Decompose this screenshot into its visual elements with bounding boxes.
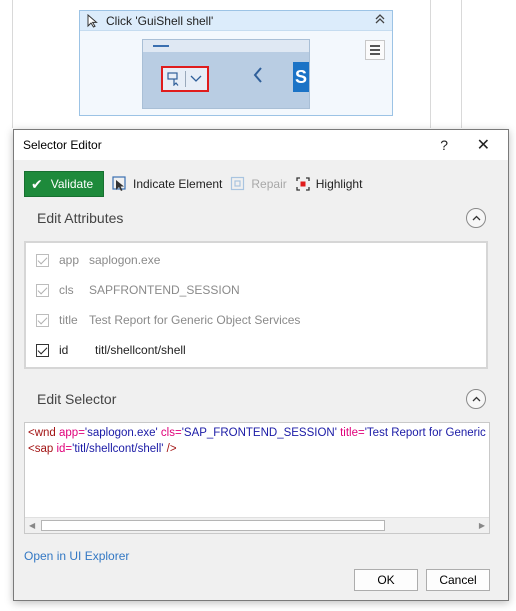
sap-logo-icon: S (293, 62, 309, 92)
close-button[interactable]: ✕ (477, 135, 490, 155)
ok-button[interactable]: OK (354, 569, 418, 591)
attribute-checkbox-app[interactable] (36, 253, 49, 267)
selector-text-editor[interactable]: <wnd app='saplogon.exe' cls='SAP_FRONTEN… (24, 422, 490, 534)
attribute-row-cls: cls SAPFRONTEND_SESSION (36, 281, 240, 299)
edit-selector-title: Edit Selector (37, 391, 117, 407)
highlight-label: Highlight (315, 177, 363, 191)
selector-line-1: <wnd app='saplogon.exe' cls='SAP_FRONTEN… (28, 427, 486, 439)
scroll-right-icon[interactable]: ▶ (479, 521, 485, 530)
collapse-activity-icon[interactable] (374, 13, 386, 28)
validate-button[interactable]: ✔ Validate (24, 171, 104, 197)
attribute-name: title (59, 313, 78, 327)
hamburger-menu-icon[interactable] (365, 40, 385, 60)
attribute-value: saplogon.exe (89, 253, 161, 267)
validate-label: Validate (50, 177, 94, 191)
attribute-name: cls (59, 283, 74, 297)
collapse-selector-button[interactable] (466, 389, 486, 409)
attribute-row-title: title Test Report for Generic Object Ser… (36, 311, 300, 329)
scroll-left-icon[interactable]: ◀ (29, 521, 35, 530)
canvas-guide-line (430, 0, 431, 128)
attribute-name: id (59, 343, 69, 357)
minimize-dash-icon (153, 45, 169, 47)
attribute-value: SAPFRONTEND_SESSION (89, 283, 240, 297)
dialog-title: Selector Editor (23, 138, 102, 152)
selector-line-2: <sap id='titl/shellcont/shell' /> (28, 443, 177, 455)
selector-editor-dialog: Selector Editor ? ✕ ✔ Validate Indicate … (13, 129, 509, 601)
attribute-name: app (59, 253, 80, 267)
open-ui-explorer-link[interactable]: Open in UI Explorer (24, 549, 129, 563)
element-screenshot-thumbnail: S (142, 39, 310, 109)
attribute-checkbox-title[interactable] (36, 313, 49, 327)
chevron-down-icon (190, 75, 202, 82)
attribute-value: Test Report for Generic Object Services (89, 313, 301, 327)
mouse-pointer-icon (87, 13, 98, 28)
repair-icon (231, 176, 245, 191)
horizontal-scrollbar[interactable]: ◀ ▶ (25, 517, 489, 533)
attribute-checkbox-cls[interactable] (36, 283, 49, 297)
click-activity-card[interactable]: Click 'GuiShell shell' S (79, 10, 393, 116)
edit-selector-header: Edit Selector (24, 387, 486, 411)
selected-element-highlight (161, 66, 209, 92)
edit-attributes-header: Edit Attributes (24, 206, 486, 230)
dialog-titlebar: Selector Editor ? ✕ (14, 130, 508, 160)
chevron-left-icon (253, 66, 263, 89)
attributes-list: app saplogon.exe cls SAPFRONTEND_SESSION… (24, 241, 488, 369)
activity-title: Click 'GuiShell shell' (106, 13, 214, 28)
canvas-guide-line (12, 0, 13, 128)
cancel-button[interactable]: Cancel (426, 569, 490, 591)
repair-label: Repair (251, 177, 287, 191)
attribute-value: titl/shellcont/shell (95, 343, 186, 357)
indicate-element-icon (112, 176, 126, 191)
collapse-attributes-button[interactable] (466, 208, 486, 228)
help-button[interactable]: ? (440, 137, 448, 153)
highlight-icon (296, 177, 310, 191)
activity-header: Click 'GuiShell shell' (80, 11, 392, 31)
toolbar: ✔ Validate Indicate Element Repair Highl… (24, 171, 362, 197)
indicate-element-button[interactable]: Indicate Element (112, 176, 222, 192)
canvas-guide-line (461, 0, 462, 128)
scrollbar-thumb[interactable] (41, 520, 385, 531)
attribute-row-id: id titl/shellcont/shell (36, 341, 186, 359)
highlight-button[interactable]: Highlight (295, 176, 363, 192)
attribute-checkbox-id[interactable] (36, 343, 49, 357)
indicate-element-label: Indicate Element (133, 177, 223, 191)
edit-attributes-title: Edit Attributes (37, 210, 124, 226)
checkmark-icon: ✔ (31, 175, 43, 192)
tree-selector-icon (167, 72, 179, 86)
attribute-row-app: app saplogon.exe (36, 251, 160, 269)
repair-button[interactable]: Repair (230, 176, 287, 192)
